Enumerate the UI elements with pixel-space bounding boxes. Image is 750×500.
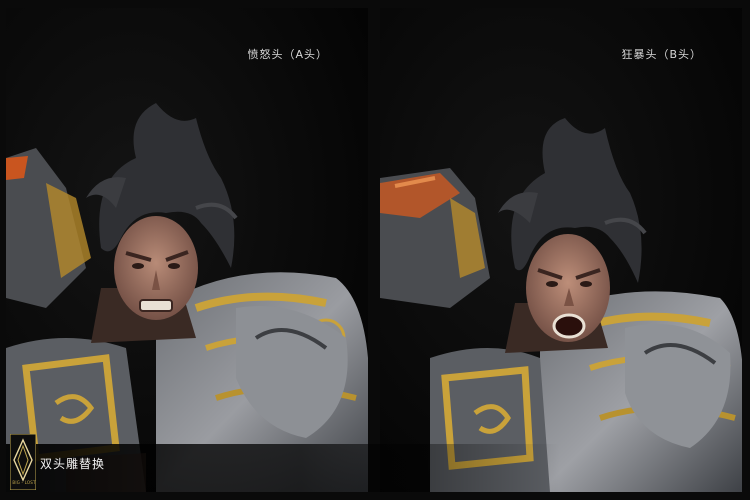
left-photo-panel: 愤怒头（A头） [6,8,368,492]
berserk-head-statue-image [380,8,742,492]
caption-bar [6,444,744,492]
caption-text: 双头雕替换 [40,457,106,471]
panel-label-a: 愤怒头（A头） [247,48,328,61]
panel-label-b: 狂暴头（B头） [621,48,702,61]
angry-head-statue-image [6,8,368,492]
logo-text: BIG - LOST [12,480,36,485]
right-photo-panel: 狂暴头（B头） [380,8,742,492]
